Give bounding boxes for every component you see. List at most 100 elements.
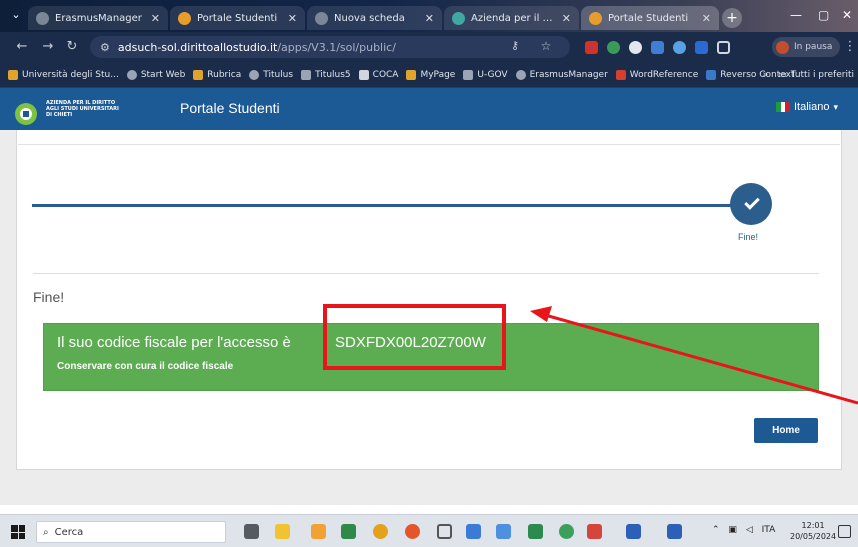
alert-subtext: Conservare con cura il codice fiscale — [57, 361, 234, 372]
profile-status-chip[interactable]: In pausa — [772, 37, 841, 57]
calendar-icon[interactable] — [496, 524, 511, 539]
windows-start-icon[interactable] — [11, 525, 25, 539]
close-icon[interactable]: ✕ — [562, 12, 571, 25]
bookmark-favicon-icon — [126, 69, 137, 80]
bookmark-item[interactable]: Titulus — [249, 69, 293, 80]
portal-favicon-icon — [178, 11, 191, 25]
step-label: Fine! — [738, 232, 759, 242]
bookmark-favicon-icon — [615, 69, 626, 80]
dsu-logo-icon — [15, 103, 37, 125]
page-title[interactable]: Portale Studenti — [180, 100, 280, 116]
download-icon[interactable] — [466, 524, 481, 539]
chrome-icon — [315, 11, 328, 25]
extension-blue-icon[interactable] — [673, 41, 686, 54]
back-icon[interactable]: ← — [14, 39, 30, 54]
folder-icon: ▭ — [778, 70, 787, 80]
avatar — [776, 40, 789, 54]
bookmark-item[interactable]: MyPage — [406, 69, 455, 80]
bookmarks-overflow-button[interactable]: » — [763, 70, 769, 80]
bookmark-item[interactable]: Università degli Stu... — [8, 69, 119, 80]
maximize-icon[interactable]: ▢ — [818, 8, 829, 22]
bookmark-item[interactable]: Rubrica — [193, 69, 241, 80]
home-button[interactable]: Home — [754, 418, 818, 443]
grammar-extension-icon[interactable] — [607, 41, 620, 54]
extensions-puzzle-icon[interactable] — [717, 41, 730, 54]
tab-portale-studenti-active[interactable]: Portale Studenti ✕ — [581, 6, 719, 30]
chevron-up-icon[interactable]: ⌃ — [712, 525, 720, 535]
divider — [33, 273, 819, 274]
address-bar-row: ← → ↻ ⚙ adsuch-sol.dirittoallostudio.it /… — [0, 32, 858, 62]
bookmark-item[interactable]: WordReference — [615, 69, 698, 80]
word-doc-icon[interactable] — [667, 524, 682, 539]
taskbar-search-input[interactable]: ⌕ Cerca — [36, 521, 226, 543]
tab-erasmusmanager[interactable]: ErasmusManager ✕ — [28, 6, 168, 30]
bookmark-item[interactable]: COCA — [358, 69, 398, 80]
bookmarks-bar: Università degli Stu... Start Web Rubric… — [0, 62, 858, 88]
notifications-icon[interactable] — [838, 525, 851, 538]
word-icon[interactable] — [626, 524, 641, 539]
bookmark-item[interactable]: Titulus5 — [301, 69, 351, 80]
project-app-icon[interactable] — [341, 524, 356, 539]
url-input[interactable]: ⚙ adsuch-sol.dirittoallostudio.it/apps/V… — [90, 36, 570, 58]
bookmark-favicon-icon — [406, 69, 417, 80]
system-tray[interactable]: ⌃ ▣ ◁ ITA — [712, 525, 775, 535]
close-window-icon[interactable]: ✕ — [842, 8, 852, 22]
bookmark-item[interactable]: U-GOV — [463, 69, 508, 80]
sticky-notes-icon[interactable] — [275, 524, 290, 539]
chrome-taskbar-icon[interactable] — [373, 524, 388, 539]
site-settings-icon[interactable]: ⚙ — [100, 41, 110, 54]
bookmark-star-icon[interactable]: ☆ — [538, 39, 554, 53]
portal-logo[interactable]: AZIENDA PER IL DIRITTO AGLI STUDI UNIVER… — [6, 92, 146, 126]
extension-circle-icon[interactable] — [629, 41, 642, 54]
chat-app-icon[interactable] — [559, 524, 574, 539]
bookmark-favicon-icon — [301, 69, 312, 80]
tab-search-menu-icon[interactable]: ⌄ — [8, 7, 24, 23]
tab-nuova-scheda[interactable]: Nuova scheda ✕ — [307, 6, 442, 30]
new-tab-button[interactable]: + — [722, 8, 742, 28]
bookmark-favicon-icon — [249, 69, 260, 80]
content-card — [16, 130, 842, 470]
chevron-down-icon: ▾ — [833, 101, 839, 112]
bookmark-favicon-icon — [463, 69, 474, 80]
minimize-icon[interactable]: — — [790, 8, 802, 22]
task-view-icon[interactable] — [244, 524, 259, 539]
pdf-extension-icon[interactable] — [585, 41, 598, 54]
portal-navbar: AZIENDA PER IL DIRITTO AGLI STUDI UNIVER… — [0, 88, 858, 130]
network-icon[interactable]: ▣ — [728, 525, 737, 535]
bookmark-favicon-icon — [515, 69, 526, 80]
password-key-icon[interactable]: ⚷ — [507, 39, 523, 52]
globe-icon — [36, 11, 49, 25]
divider — [18, 144, 840, 145]
site-favicon-icon — [452, 11, 465, 25]
bookmark-item[interactable]: Start Web — [126, 69, 185, 80]
tab-portale-studenti[interactable]: Portale Studenti ✕ — [170, 6, 305, 30]
forward-icon[interactable]: → — [40, 39, 56, 54]
file-explorer-icon[interactable] — [311, 524, 326, 539]
tab-azienda[interactable]: Azienda per il diritto agl ✕ — [444, 6, 579, 30]
stepper-progress-line — [32, 204, 732, 207]
clock[interactable]: 12:01 20/05/2024 — [790, 520, 836, 542]
search-icon: ⌕ — [43, 526, 49, 538]
bookmark-favicon-icon — [358, 69, 369, 80]
language-dropdown[interactable]: Italiano ▾ — [776, 101, 838, 113]
volume-icon[interactable]: ◁ — [746, 525, 753, 535]
alert-message: Il suo codice fiscale per l'accesso è — [57, 334, 291, 351]
bookmark-item[interactable]: ErasmusManager — [515, 69, 608, 80]
extension-square-icon[interactable] — [695, 41, 708, 54]
close-icon[interactable]: ✕ — [288, 12, 297, 25]
close-icon[interactable]: ✕ — [151, 12, 160, 25]
excel-icon[interactable] — [528, 524, 543, 539]
extension-window-icon[interactable] — [651, 41, 664, 54]
input-language[interactable]: ITA — [762, 525, 776, 535]
browser-app-icon[interactable] — [405, 524, 420, 539]
pen-icon[interactable] — [437, 524, 452, 539]
bookmark-favicon-icon — [8, 69, 18, 80]
all-favorites-button[interactable]: Tutti i preferiti — [791, 70, 854, 80]
acrobat-icon[interactable] — [587, 524, 602, 539]
taskbar: ⌕ Cerca ⌃ ▣ ◁ ITA 12:01 20/05/2024 — [0, 514, 858, 547]
close-icon[interactable]: ✕ — [702, 12, 711, 25]
reload-icon[interactable]: ↻ — [64, 39, 80, 54]
browser-menu-icon[interactable]: ⋮ — [842, 39, 858, 54]
highlight-box-annotation — [323, 304, 506, 370]
close-icon[interactable]: ✕ — [425, 12, 434, 25]
